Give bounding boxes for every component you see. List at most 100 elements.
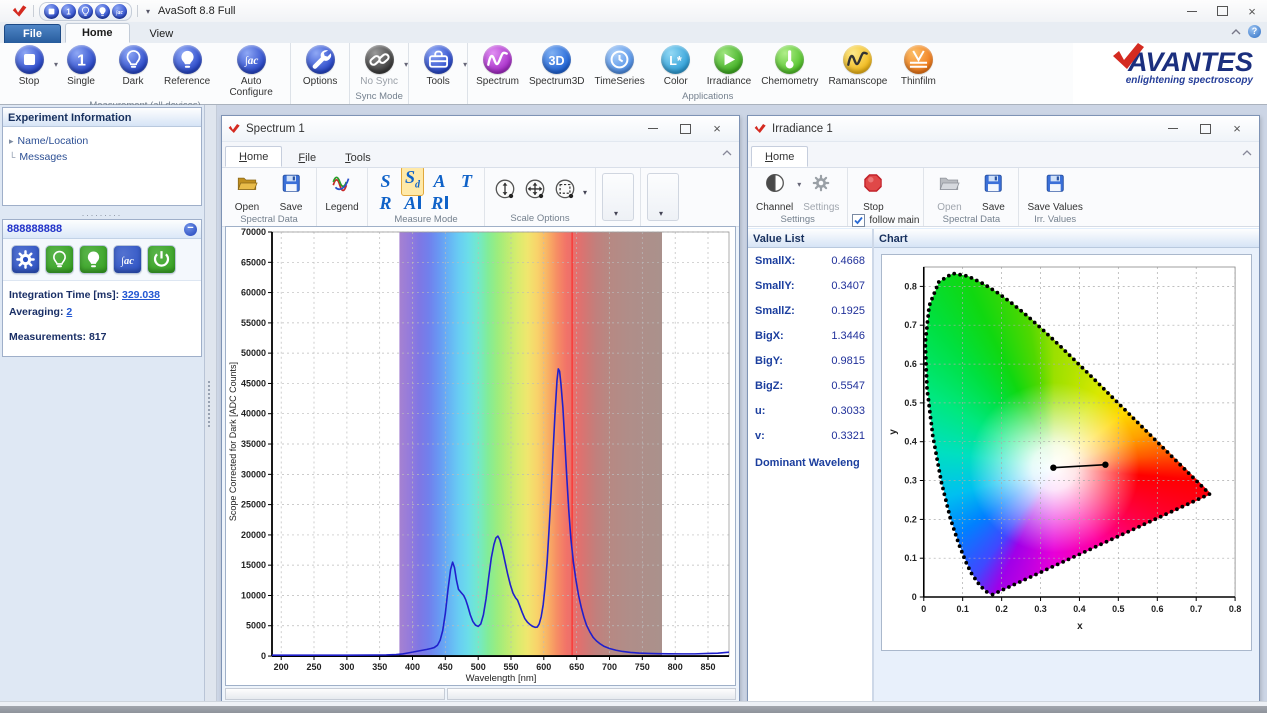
mode-ai-button[interactable]: A xyxy=(404,193,421,213)
spectrum-tab-file[interactable]: File xyxy=(285,148,329,167)
cie-chromaticity-chart[interactable]: 00.10.20.30.40.50.60.70.800.10.20.30.40.… xyxy=(881,254,1252,651)
integration-time-value[interactable]: 329.038 xyxy=(122,289,160,301)
scale-options-caret-icon[interactable]: ▾ xyxy=(583,188,587,197)
irradiance-save-values-button[interactable]: Save Values xyxy=(1023,170,1086,214)
mode-ri-button[interactable]: R xyxy=(431,193,448,213)
ribbon-groups: Stop▾1SingleDarkReference∫acAuto Configu… xyxy=(0,43,947,104)
device-panel-collapse-button[interactable]: − xyxy=(184,223,197,236)
svg-text:35000: 35000 xyxy=(241,439,266,449)
svg-text:0.4: 0.4 xyxy=(904,437,916,447)
panel-splitter[interactable]: ......... xyxy=(0,208,204,217)
irradiance-window-titlebar[interactable]: Irradiance 1 × xyxy=(748,116,1259,142)
close-button[interactable]: × xyxy=(1237,1,1267,21)
ribbon-stop-button[interactable]: Stop▾ xyxy=(3,44,55,88)
svg-text:0.8: 0.8 xyxy=(1229,604,1241,614)
ribbon-spectrum-button[interactable]: Spectrum xyxy=(471,44,524,88)
expander-icon[interactable]: ▸ xyxy=(9,136,14,147)
ribbon-timeseries-button[interactable]: TimeSeries xyxy=(590,44,650,88)
spectrum-window-titlebar[interactable]: Spectrum 1 × xyxy=(222,116,739,142)
device-autoconfigure-button[interactable]: ∫ac xyxy=(113,245,142,274)
mode-t-button[interactable]: T xyxy=(461,171,472,191)
device-strobe-lamp-button[interactable] xyxy=(45,245,74,274)
mode-s-button[interactable]: S xyxy=(380,171,390,191)
autoscale-all-icon[interactable] xyxy=(523,178,547,207)
tab-file[interactable]: File xyxy=(4,24,61,43)
irradiance-tab-home[interactable]: Home xyxy=(751,146,808,167)
qat-dark-button[interactable] xyxy=(78,4,93,19)
ribbon-ramanscope-button[interactable]: Ramanscope xyxy=(823,44,892,88)
autoscale-y-icon[interactable] xyxy=(493,178,517,207)
spectrum-maximize-button[interactable] xyxy=(669,119,701,139)
spectrum-minimize-button[interactable] xyxy=(637,119,669,139)
help-icon[interactable]: ? xyxy=(1248,25,1261,38)
spectrum-collapse-icon[interactable] xyxy=(721,148,733,158)
minimize-button[interactable] xyxy=(1177,1,1207,21)
ribbon-tools-button[interactable]: Tools▾ xyxy=(412,44,464,88)
dropdown-caret-icon[interactable]: ▾ xyxy=(463,60,467,69)
spectrum-close-button[interactable]: × xyxy=(701,119,733,139)
ribbon-collapse-icon[interactable] xyxy=(1230,27,1242,37)
toolbar-group-label: Irr. Values xyxy=(1023,214,1086,227)
sidebar-splitter[interactable] xyxy=(205,105,217,702)
ribbon-irradiance-button[interactable]: Irradiance xyxy=(702,44,756,88)
spectrum-extra-dropdown-1[interactable]: ▾ xyxy=(602,173,634,221)
ribbon-reference-button[interactable]: Reference xyxy=(159,44,215,88)
value-row-bigy: BigY:0.9815 xyxy=(755,355,865,380)
tab-view[interactable]: View xyxy=(134,25,190,43)
svg-text:0.4: 0.4 xyxy=(1073,604,1085,614)
svg-text:50000: 50000 xyxy=(241,348,266,358)
ribbon-spectrum3d-button[interactable]: 3DSpectrum3D xyxy=(524,44,590,88)
device-lamp-button[interactable] xyxy=(79,245,108,274)
device-power-button[interactable] xyxy=(147,245,176,274)
qat-single-button[interactable]: 1 xyxy=(61,4,76,19)
ribbon-timeseries-label: TimeSeries xyxy=(595,76,645,87)
dominant-wavelength-label: Dominant Waveleng xyxy=(755,455,865,471)
irradiance-channel-button[interactable]: Channel▾ xyxy=(752,170,797,214)
spectrum-save-button[interactable]: Save xyxy=(270,170,312,214)
spectrum-plot[interactable]: 2002503003504004505005506006507007508008… xyxy=(225,226,736,686)
zoom-box-icon[interactable] xyxy=(553,178,577,207)
spectrum-legend-button[interactable]: Legend xyxy=(321,170,363,214)
ribbon-dark-button[interactable]: Dark xyxy=(107,44,159,88)
spectrum-tab-home[interactable]: Home xyxy=(225,146,282,167)
timeseries-clock-icon xyxy=(605,45,634,74)
spectrum-extra-dropdown-2[interactable]: ▾ xyxy=(647,173,679,221)
dropdown-caret-icon[interactable]: ▾ xyxy=(404,60,408,69)
irradiance-save-button[interactable]: Save xyxy=(972,170,1014,214)
ribbon-chemometry-button[interactable]: Chemometry xyxy=(756,44,823,88)
irradiance-open-button[interactable]: Open xyxy=(928,170,970,214)
spectrum-group-measure-mode: SSdATRARMeasure Mode xyxy=(367,168,484,226)
tab-home[interactable]: Home xyxy=(65,23,130,43)
value-row-bigz: BigZ:0.5547 xyxy=(755,380,865,405)
irradiance-maximize-button[interactable] xyxy=(1189,119,1221,139)
ribbon-thinfilm-button[interactable]: Thinfilm xyxy=(892,44,944,88)
ribbon-single-button[interactable]: 1Single xyxy=(55,44,107,88)
irradiance-stop-button[interactable]: Stop xyxy=(852,170,894,214)
qat-stop-button[interactable] xyxy=(44,4,59,19)
ribbon-no-sync-button[interactable]: No Sync▾ xyxy=(353,44,405,88)
svg-text:L*: L* xyxy=(669,54,682,68)
mode-r-button[interactable]: R xyxy=(379,193,391,213)
averaging-value[interactable]: 2 xyxy=(66,306,72,318)
device-settings-button[interactable] xyxy=(11,245,40,274)
qat-autoconfigure-button[interactable]: ∫ac xyxy=(112,4,127,19)
quick-access-dropdown-icon[interactable]: ▾ xyxy=(146,7,150,16)
spectrum-open-button[interactable]: Open xyxy=(226,170,268,214)
restore-button[interactable] xyxy=(1207,1,1237,21)
mode-sd-button[interactable]: Sd xyxy=(401,166,424,197)
ribbon-group-label xyxy=(412,90,464,104)
spectrum-tab-tools[interactable]: Tools xyxy=(332,148,384,167)
mode-a-button[interactable]: A xyxy=(433,171,445,191)
irradiance-settings-button[interactable]: Settings xyxy=(799,170,843,214)
ribbon-options-button[interactable]: Options xyxy=(294,44,346,88)
ribbon-color-button[interactable]: L*Color xyxy=(650,44,702,88)
ribbon-auto-configure-button[interactable]: ∫acAuto Configure xyxy=(215,44,287,99)
qat-reference-button[interactable] xyxy=(95,4,110,19)
tree-item-messages[interactable]: └Messages xyxy=(7,149,197,165)
irradiance-minimize-button[interactable] xyxy=(1157,119,1189,139)
tree-item-name-location[interactable]: ▸Name/Location xyxy=(7,133,197,149)
svg-text:15000: 15000 xyxy=(241,560,266,570)
follow-main-checkbox[interactable]: follow main xyxy=(852,214,919,229)
irradiance-close-button[interactable]: × xyxy=(1221,119,1253,139)
irradiance-collapse-icon[interactable] xyxy=(1241,148,1253,158)
